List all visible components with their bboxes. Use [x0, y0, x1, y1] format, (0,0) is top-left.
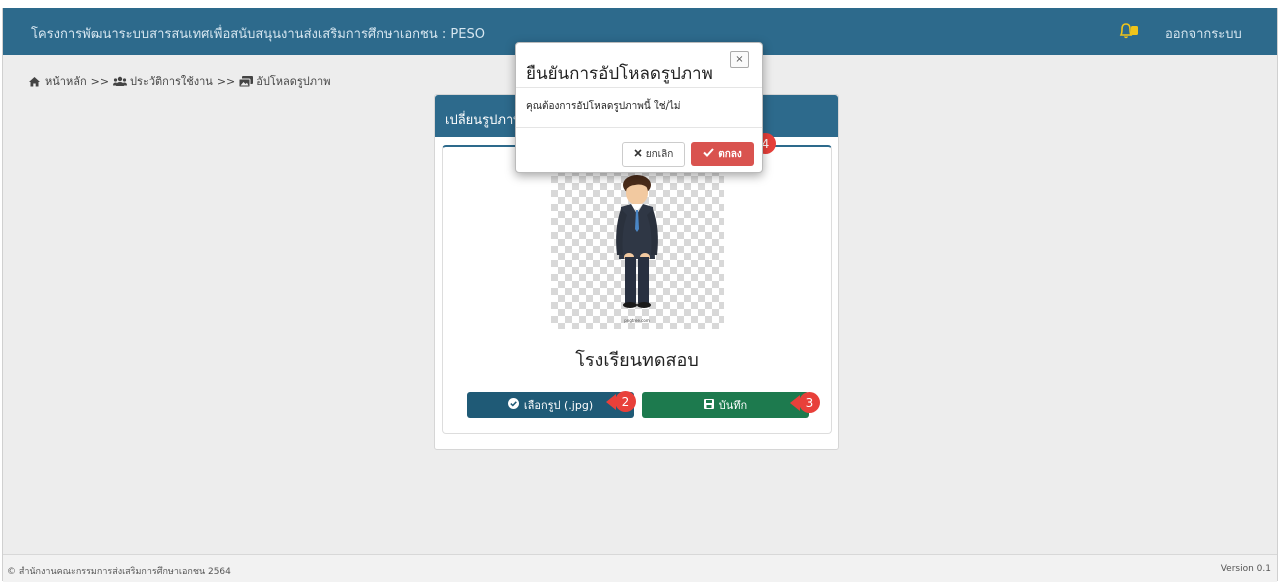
modal-divider [516, 127, 762, 128]
check-circle-icon [507, 398, 519, 412]
bell-icon[interactable] [1118, 22, 1140, 40]
confirm-button[interactable]: ตกลง [691, 142, 754, 166]
save-button[interactable]: บันทึก [642, 392, 809, 418]
choose-image-label: เลือกรูป (.jpg) [523, 399, 594, 412]
footer-version: Version 0.1 [1220, 564, 1271, 574]
app-frame: โครงการพัฒนาระบบสารสนเทศเพื่อสนับสนุนงาน… [2, 8, 1278, 582]
save-label: บันทึก [718, 399, 748, 412]
modal-message: คุณต้องการอัปโหลดรูปภาพนี้ ใช่/ไม่ [526, 101, 681, 112]
step-badge-2: 2 [615, 391, 636, 412]
breadcrumb-history[interactable]: ประวัติการใช้งาน [130, 72, 213, 90]
school-name: โรงเรียนทดสอบ [575, 350, 699, 371]
cancel-button[interactable]: ยกเลิก [622, 142, 685, 167]
images-icon [238, 75, 254, 87]
cancel-label: ยกเลิก [645, 149, 674, 160]
step-badge-3: 3 [799, 392, 820, 413]
breadcrumb: หน้าหลัก >> ประวัติการใช้งาน >> อัปโหลดร… [28, 72, 330, 90]
floppy-disk-icon [703, 398, 714, 412]
check-icon [703, 148, 714, 160]
confirm-upload-modal: ยืนยันการอัปโหลดรูปภาพ × คุณต้องการอัปโห… [515, 42, 763, 173]
users-icon [113, 76, 128, 87]
avatar-caption: pngtree.com [624, 318, 650, 323]
profile-panel: pngtree.com โรงเรียนทดสอบ เลือกรูป (.jpg… [442, 145, 832, 434]
close-icon [634, 149, 642, 160]
breadcrumb-separator: >> [216, 74, 236, 88]
modal-title: ยืนยันการอัปโหลดรูปภาพ [526, 64, 713, 84]
breadcrumb-home[interactable]: หน้าหลัก [45, 72, 87, 90]
breadcrumb-separator: >> [90, 74, 110, 88]
logout-link[interactable]: ออกจากระบบ [1165, 23, 1242, 44]
card-title: เปลี่ยนรูปภาพ [445, 113, 522, 128]
footer: © สำนักงานคณะกรรมการส่งเสริมการศึกษาเอกช… [3, 554, 1277, 582]
modal-divider [516, 87, 762, 88]
app-title: โครงการพัฒนาระบบสารสนเทศเพื่อสนับสนุนงาน… [31, 27, 485, 42]
breadcrumb-current: อัปโหลดรูปภาพ [256, 75, 331, 88]
modal-close-button[interactable]: × [730, 51, 749, 68]
confirm-label: ตกลง [718, 148, 742, 160]
profile-image: pngtree.com [551, 169, 724, 329]
home-icon [28, 76, 41, 87]
footer-copyright: © สำนักงานคณะกรรมการส่งเสริมการศึกษาเอกช… [7, 567, 231, 577]
